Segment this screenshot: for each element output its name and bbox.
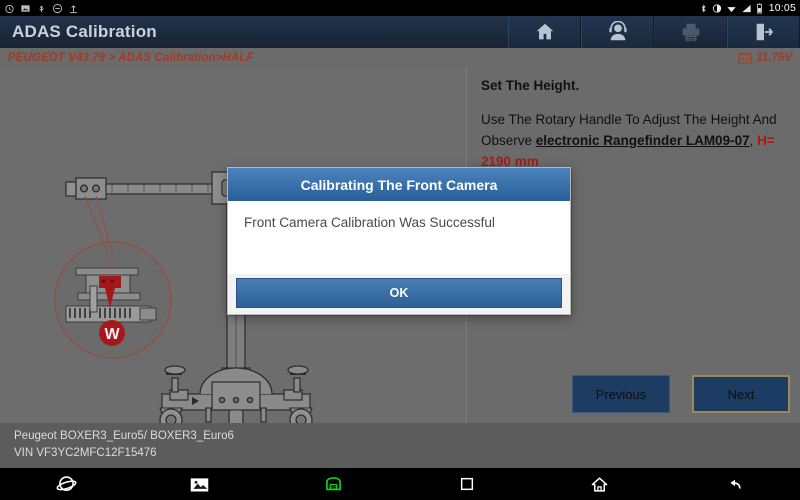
next-button[interactable]: Next	[692, 375, 790, 413]
home-nav-button[interactable]	[533, 468, 666, 500]
dialog-message: Front Camera Calibration Was Successful	[244, 215, 495, 230]
dialog-footer: OK	[228, 274, 570, 314]
browser-button[interactable]	[0, 468, 133, 500]
home-icon	[592, 476, 608, 492]
vehicle-vin: VIN VF3YC2MFC12F15476	[14, 447, 157, 459]
alarm-icon	[5, 4, 14, 13]
gallery-icon	[191, 477, 209, 491]
vci-icon: VCI	[325, 476, 341, 490]
android-status-bar: 10:05	[0, 0, 800, 16]
title-bar-actions	[508, 16, 800, 48]
print-button[interactable]	[654, 16, 727, 48]
battery-voltage-icon	[738, 52, 752, 64]
silent-mode-icon	[52, 3, 63, 13]
dialog-ok-button[interactable]: OK	[236, 277, 562, 308]
instruction-comma: ,	[749, 133, 758, 148]
headset-icon	[608, 21, 627, 41]
dialog-body: Front Camera Calibration Was Successful	[228, 201, 570, 274]
wifi-icon	[727, 6, 736, 12]
calibration-result-dialog: Calibrating The Front Camera Front Camer…	[227, 167, 571, 315]
vci-button[interactable]: VCI	[267, 468, 400, 500]
vehicle-info-footer: Peugeot BOXER3_Euro5/ BOXER3_Euro6 VIN V…	[0, 423, 800, 468]
printer-icon	[682, 23, 699, 42]
recents-button[interactable]	[400, 468, 533, 500]
page-title: ADAS Calibration	[12, 22, 157, 41]
status-system-icons: 10:05	[699, 2, 796, 14]
usb-icon	[39, 5, 44, 12]
breadcrumb-bar: PEUGEOT V43.79 > ADAS Calibration>HALF 1…	[0, 48, 800, 68]
instruction-text: Use The Rotary Handle To Adjust The Heig…	[481, 109, 788, 172]
recents-icon	[460, 477, 473, 491]
svg-text:VCI: VCI	[330, 485, 336, 489]
rotation-lock-icon	[712, 3, 721, 13]
screenshot-icon	[21, 4, 30, 12]
detail-marker-label: W	[104, 326, 120, 343]
breadcrumb: PEUGEOT V43.79 > ADAS Calibration>HALF	[8, 52, 254, 64]
vehicle-model: Peugeot BOXER3_Euro5/ BOXER3_Euro6	[14, 430, 234, 442]
instruction-title: Set The Height.	[481, 78, 580, 93]
voltage-value: 11.75V	[756, 52, 792, 64]
browser-icon	[56, 475, 77, 491]
rangefinder-device-name: electronic Rangefinder LAM09-07	[535, 133, 750, 148]
dialog-title: Calibrating The Front Camera	[228, 168, 570, 201]
cellular-signal-icon	[742, 4, 751, 12]
bluetooth-icon	[701, 4, 706, 12]
app-title-bar: ADAS Calibration	[0, 16, 800, 48]
status-clock: 10:05	[768, 2, 796, 14]
adas-calibration-app: 10:05 ADAS Calibration PEUGEOT V43.79 > …	[0, 0, 800, 500]
android-nav-bar: VCI	[0, 468, 800, 500]
back-button[interactable]	[667, 468, 800, 500]
upload-icon	[70, 4, 77, 13]
previous-button[interactable]: Previous	[572, 375, 670, 413]
height-label: H=	[757, 133, 775, 148]
voltage-indicator: 11.75V	[738, 52, 792, 64]
gallery-button[interactable]	[133, 468, 266, 500]
exit-button[interactable]	[727, 16, 800, 48]
navigation-buttons: Previous Next	[572, 375, 790, 413]
back-icon	[730, 479, 741, 489]
support-button[interactable]	[581, 16, 654, 48]
battery-icon	[756, 2, 762, 13]
exit-icon	[756, 23, 773, 41]
home-button[interactable]	[508, 16, 581, 48]
home-icon	[536, 23, 553, 40]
status-notification-icons	[4, 3, 79, 14]
